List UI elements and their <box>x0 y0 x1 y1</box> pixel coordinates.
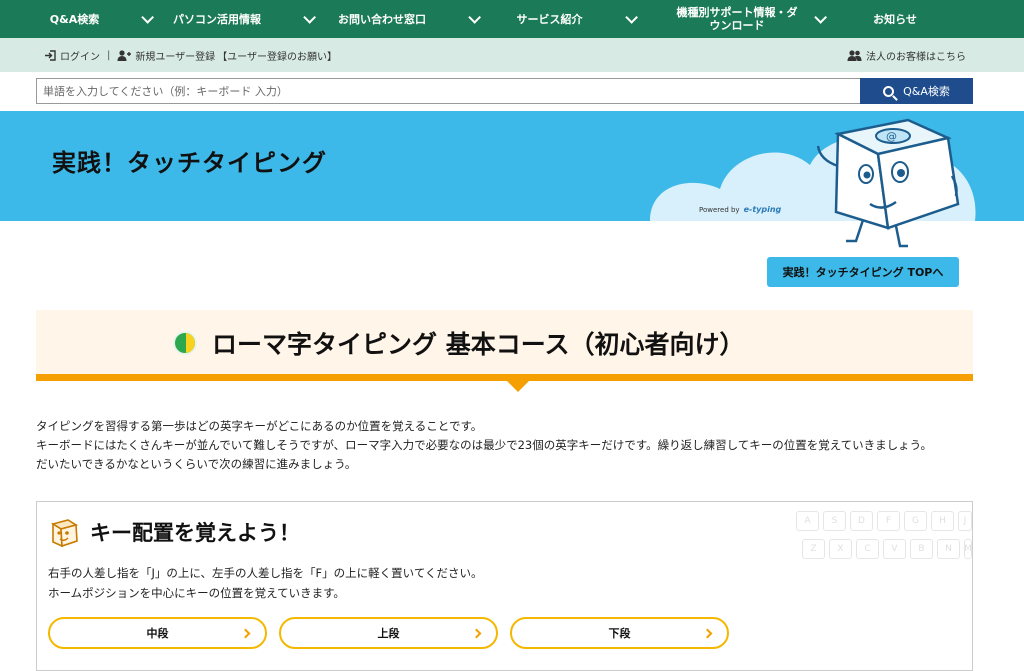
etyping-logo: e-typing <box>743 205 782 214</box>
key: C <box>856 539 879 559</box>
key: G <box>904 511 927 531</box>
chevron-right-icon <box>240 628 251 639</box>
top-row-button[interactable]: 上段 <box>279 617 498 649</box>
key: J <box>958 511 972 531</box>
login-icon <box>45 49 56 61</box>
key: V <box>883 539 906 559</box>
key: Z <box>802 539 825 559</box>
register-label: 新規ユーザー登録 <box>135 51 216 63</box>
nav-service[interactable]: サービス紹介 <box>490 0 660 38</box>
bottom-row-button[interactable]: 下段 <box>510 617 729 649</box>
chevron-down-icon <box>624 10 638 24</box>
nav-pc-tips[interactable]: パソコン活用情報 <box>160 0 325 38</box>
top-navigation: Q&A検索 パソコン活用情報 お問い合わせ窓口 サービス紹介 機種別サポート情報… <box>0 0 1024 38</box>
key: F <box>877 511 900 531</box>
register-link[interactable]: 新規ユーザー登録 <box>117 48 215 63</box>
key: B <box>910 539 933 559</box>
search-bar: Q&A検索 <box>36 78 973 104</box>
intro-line: キーボードにはたくさんキーが並んでいて難しそうですが、ローマ字入力で必要なのは最… <box>36 438 932 452</box>
register-request-link[interactable]: 【ユーザー登録のお願い】 <box>217 48 337 63</box>
chevron-down-icon <box>303 10 316 24</box>
search-button[interactable]: Q&A検索 <box>860 78 973 104</box>
bottom-row-label: 下段 <box>608 627 631 640</box>
search-icon <box>883 85 895 97</box>
course-arrow-icon <box>506 380 530 392</box>
user-bar: ログイン | 新規ユーザー登録 【ユーザー登録のお願い】 法人のお客様はこちら <box>0 38 1024 72</box>
nav-news-label: お知らせ <box>873 12 917 26</box>
nav-pc-tips-label: パソコン活用情報 <box>173 12 261 26</box>
course-title: ローマ字タイピング 基本コース（初心者向け） <box>212 330 745 359</box>
key: A <box>796 511 819 531</box>
chevron-down-icon <box>814 10 827 24</box>
powered-prefix: Powered by <box>699 206 740 214</box>
chevron-right-icon <box>702 628 713 639</box>
chevron-down-icon <box>141 10 155 24</box>
card-text: 右手の人差し指を「J」の上に、左手の人差し指を「F」の上に軽く置いてください。 … <box>48 563 482 603</box>
users-icon <box>847 49 862 61</box>
middle-row-button[interactable]: 中段 <box>48 617 267 649</box>
keycap-face-icon <box>51 519 78 548</box>
key: D <box>850 511 873 531</box>
nav-service-label: サービス紹介 <box>516 12 583 26</box>
chevron-right-icon <box>471 628 482 639</box>
corporate-link[interactable]: 法人のお客様はこちら <box>847 48 966 63</box>
nav-news[interactable]: お知らせ <box>835 0 955 38</box>
chevron-down-icon <box>468 10 481 24</box>
nav-qa-search-label: Q&A検索 <box>49 12 100 26</box>
key: X <box>829 539 852 559</box>
register-request-label: 【ユーザー登録のお願い】 <box>217 51 337 63</box>
corporate-label: 法人のお客様はこちら <box>866 51 966 63</box>
nav-model-support-label: 機種別サポート情報・ダウンロード <box>676 6 798 32</box>
nav-qa-search[interactable]: Q&A検索 <box>0 0 160 38</box>
hero-title: 実践！タッチタイピング <box>52 149 327 177</box>
card-text-line: ホームポジションを中心にキーの位置を覚えていきます。 <box>48 586 345 600</box>
course-divider <box>36 374 973 381</box>
intro-text: タイピングを習得する第一歩はどの英字キーがどこにあるのか位置を覚えることです。 … <box>36 417 932 474</box>
userbar-separator: | <box>107 49 111 61</box>
key: N <box>937 539 960 559</box>
svg-text:@: @ <box>886 130 897 143</box>
card-title: キー配置を覚えよう！ <box>90 521 300 545</box>
top-row-label: 上段 <box>377 627 400 640</box>
typing-top-button[interactable]: 実践！タッチタイピング TOPへ <box>767 257 959 287</box>
key: M <box>964 539 972 559</box>
key: S <box>823 511 846 531</box>
beginner-mark-icon <box>173 331 197 355</box>
key: H <box>931 511 954 531</box>
login-link[interactable]: ログイン <box>44 48 100 63</box>
card-text-line: 右手の人差し指を「J」の上に、左手の人差し指を「F」の上に軽く置いてください。 <box>48 566 483 580</box>
keycap-mascot-icon: @ <box>816 118 960 248</box>
intro-line: タイピングを習得する第一歩はどの英字キーがどこにあるのか位置を覚えることです。 <box>36 419 483 433</box>
login-label: ログイン <box>60 51 100 63</box>
nav-contact[interactable]: お問い合わせ窓口 <box>325 0 490 38</box>
user-plus-icon <box>117 49 132 61</box>
nav-model-support[interactable]: 機種別サポート情報・ダウンロード <box>660 0 835 38</box>
middle-row-label: 中段 <box>146 627 169 640</box>
intro-line: だいたいできるかなというくらいで次の練習に進みましょう。 <box>36 457 357 471</box>
search-input[interactable] <box>36 78 860 104</box>
powered-by: Powered by e-typing <box>699 205 781 214</box>
nav-contact-label: お問い合わせ窓口 <box>338 12 426 26</box>
search-button-label: Q&A検索 <box>903 85 950 98</box>
